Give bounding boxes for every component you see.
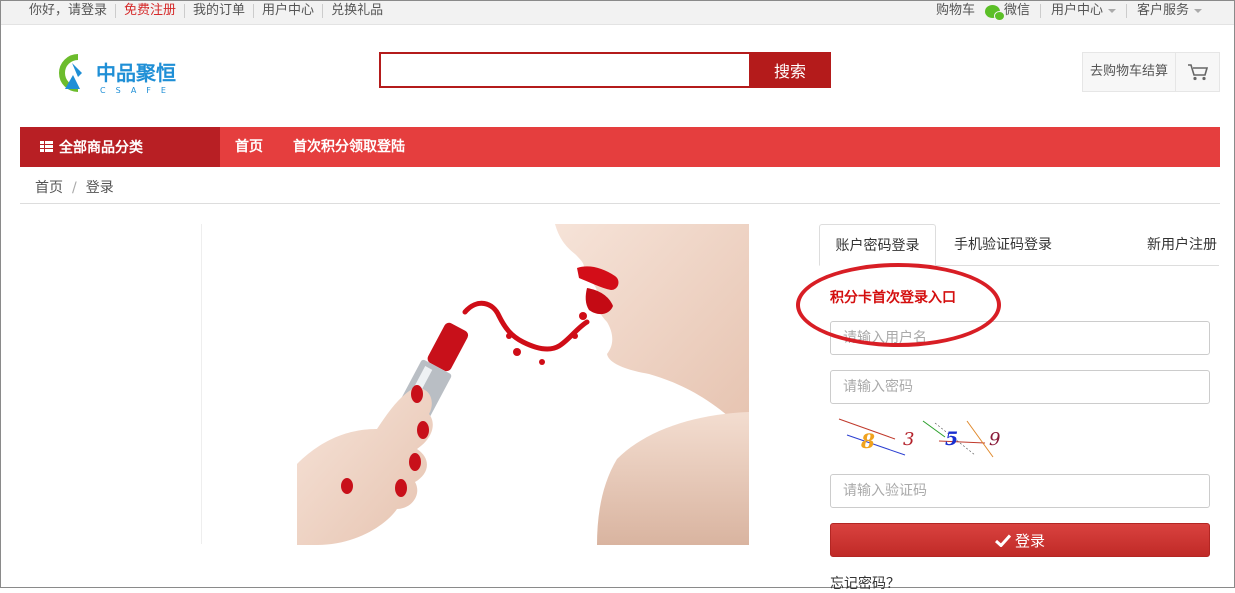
captcha-field[interactable] [830,474,1210,508]
wechat-label: 微信 [1003,3,1030,18]
top-bar: 你好，请登录 免费注册 我的订单 用户中心 兑换礼品 购物车 微信 用户中心 客… [1,1,1234,25]
nav-link-home[interactable]: 首页 [235,127,263,167]
checkmark-icon [994,533,1011,547]
tab-new-user-register[interactable]: 新用户注册 [1147,224,1217,266]
lipstick-promo-image [297,224,749,545]
forgot-password-link[interactable]: 忘记密码？ [830,573,900,593]
register-link[interactable]: 免费注册 [116,4,186,18]
tab-phone-code[interactable]: 手机验证码登录 [954,224,1052,266]
cart-icon-wrap [1175,53,1219,91]
captcha-char: 3 [903,429,914,450]
breadcrumb-separator: / [72,180,77,196]
breadcrumb-current: 登录 [85,180,114,196]
customer-service-menu[interactable]: 客户服务 [1125,3,1212,18]
login-link[interactable]: 你好，请登录 [29,4,117,18]
user-center-menu-label: 用户中心 [1050,3,1103,18]
nav-link-first-points-login[interactable]: 首次积分领取登陆 [293,127,405,167]
main-nav: 全部商品分类 首页 首次积分领取登陆 [20,127,1220,167]
search-button[interactable]: 搜索 [749,52,831,88]
top-bar-right: 购物车 微信 用户中心 客户服务 [926,3,1212,21]
divider [201,224,202,544]
divider [20,203,1220,204]
customer-service-label: 客户服务 [1136,3,1189,18]
cart-checkout-button[interactable]: 去购物车结算 [1082,52,1220,92]
captcha-char: 5 [945,428,958,450]
password-field[interactable] [830,370,1210,404]
logo-mark-icon [59,54,82,92]
captcha-image[interactable]: 8 3 5 9 [835,413,1005,459]
user-center-menu[interactable]: 用户中心 [1039,3,1126,18]
search-input[interactable] [379,52,749,88]
redeem-gifts-link[interactable]: 兑换礼品 [323,4,391,18]
captcha-char: 9 [989,429,1000,450]
captcha-char: 8 [860,429,875,453]
cart-link[interactable]: 购物车 [926,4,985,18]
chevron-down-icon [1107,9,1116,13]
shopping-cart-icon [1187,64,1208,81]
chevron-down-icon [1194,9,1202,13]
breadcrumb: 首页 / 登录 [35,177,114,197]
site-logo[interactable]: 中品聚恒 CSAFE [56,53,186,95]
breadcrumb-home[interactable]: 首页 [35,180,63,196]
logo-cn-text: 中品聚恒 [96,61,176,85]
tab-account-password[interactable]: 账户密码登录 [819,224,936,266]
my-orders-link[interactable]: 我的订单 [185,4,255,18]
login-button-label: 登录 [1014,531,1045,550]
logo-en-text: CSAFE [100,86,176,95]
search-bar: 搜索 [379,52,831,88]
points-card-first-login-title: 积分卡首次登录入口 [830,290,956,306]
list-grid-icon [40,141,53,153]
wechat-link[interactable]: 微信 [984,3,1040,21]
wechat-icon [984,4,1005,21]
top-bar-left: 你好，请登录 免费注册 我的订单 用户中心 兑换礼品 [29,4,391,18]
username-field[interactable] [830,321,1210,355]
all-categories-label: 全部商品分类 [59,140,143,156]
all-categories-button[interactable]: 全部商品分类 [20,127,220,167]
user-center-link[interactable]: 用户中心 [254,4,324,18]
login-tabs: 账户密码登录 手机验证码登录 新用户注册 [819,224,1219,266]
login-button[interactable]: 登录 [830,523,1210,557]
cart-checkout-label: 去购物车结算 [1089,64,1168,79]
